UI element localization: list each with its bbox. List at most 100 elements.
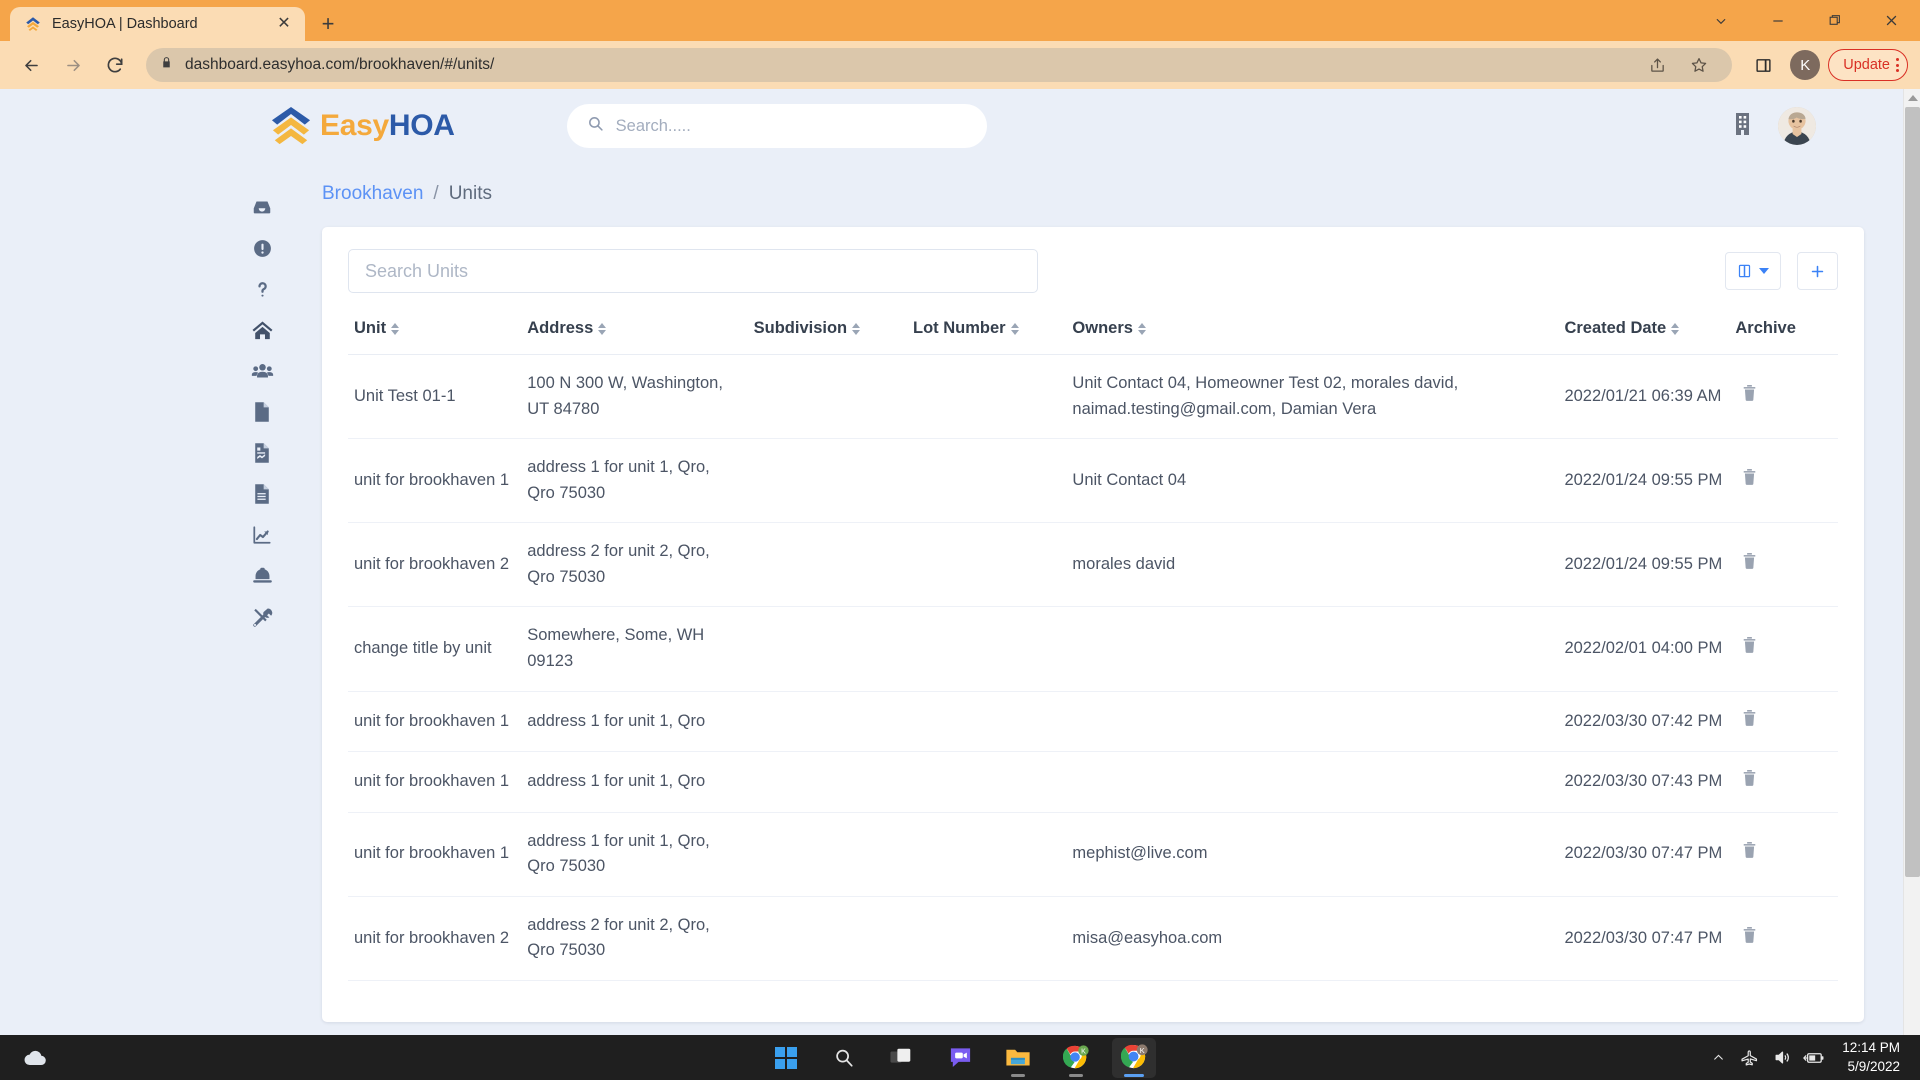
- taskbar-search-button[interactable]: [822, 1038, 866, 1078]
- sort-icon-owners[interactable]: [1137, 322, 1146, 335]
- taskbar-running-indicator: [1011, 1073, 1025, 1077]
- table-row[interactable]: unit for brookhaven 2 address 2 for unit …: [348, 522, 1838, 608]
- window-controls: [1692, 0, 1920, 41]
- created-date-cell: 2022/01/24 09:55 PM: [1558, 522, 1730, 608]
- subdivision-cell: [747, 522, 908, 608]
- sort-icon-address[interactable]: [598, 322, 607, 335]
- global-search-input[interactable]: Search.....: [566, 104, 987, 148]
- update-button-label: Update: [1843, 57, 1890, 73]
- chrome-icon: K: [1120, 1044, 1148, 1069]
- tab-search-chevron-icon[interactable]: [1692, 0, 1749, 41]
- back-button-icon[interactable]: [12, 46, 50, 84]
- trash-icon[interactable]: [1741, 926, 1758, 948]
- units-card: Search Units Unit Address Subdivision Lo…: [322, 227, 1864, 1022]
- archive-cell: [1729, 691, 1838, 753]
- volume-icon[interactable]: [1766, 1035, 1798, 1080]
- bookmark-star-icon[interactable]: [1680, 46, 1718, 84]
- taskbar-start-button[interactable]: [764, 1038, 808, 1078]
- tab-close-icon[interactable]: ✕: [273, 13, 295, 35]
- address-bar[interactable]: dashboard.easyhoa.com/brookhaven/#/units…: [146, 46, 1733, 84]
- taskbar-chat-button[interactable]: [938, 1038, 982, 1078]
- reload-button-icon[interactable]: [96, 46, 134, 84]
- browser-tab[interactable]: EasyHOA | Dashboard ✕: [10, 7, 305, 41]
- breadcrumb-separator: /: [433, 183, 439, 204]
- units-table-body: Unit Test 01-1 100 N 300 W, Washington, U…: [348, 354, 1838, 981]
- window-maximize-button[interactable]: [1806, 0, 1863, 41]
- airplane-mode-icon[interactable]: [1734, 1035, 1766, 1080]
- search-units-input[interactable]: Search Units: [348, 249, 1038, 293]
- unit-cell: unit for brookhaven 1: [348, 812, 522, 897]
- scrollbar-thumb[interactable]: [1905, 107, 1920, 877]
- page-scrollbar[interactable]: [1903, 89, 1920, 1035]
- sort-icon-unit[interactable]: [391, 322, 400, 335]
- user-avatar[interactable]: [1778, 107, 1816, 145]
- sort-icon-subdivision[interactable]: [852, 322, 861, 335]
- table-row[interactable]: unit for brookhaven 2 address 2 for unit …: [348, 896, 1838, 981]
- column-header-subdivision[interactable]: Subdivision: [747, 311, 908, 355]
- breadcrumb-parent-link[interactable]: Brookhaven: [322, 183, 423, 205]
- chrome-icon: K: [1063, 1044, 1089, 1068]
- lot-number-cell: [907, 751, 1067, 813]
- taskbar-chrome-button-2[interactable]: K: [1112, 1037, 1156, 1078]
- taskbar-weather-widget[interactable]: [14, 1035, 56, 1080]
- unit-cell: unit for brookhaven 1: [348, 751, 522, 813]
- share-icon[interactable]: [1638, 46, 1676, 84]
- units-toolbar: Search Units: [348, 249, 1838, 293]
- column-header-address[interactable]: Address: [521, 311, 748, 355]
- created-date-cell: 2022/03/30 07:43 PM: [1558, 751, 1730, 813]
- table-row[interactable]: unit for brookhaven 1 address 1 for unit …: [348, 691, 1838, 753]
- trash-icon[interactable]: [1741, 553, 1758, 574]
- battery-charging-icon[interactable]: [1798, 1035, 1830, 1080]
- table-row[interactable]: unit for brookhaven 1 address 1 for unit …: [348, 751, 1838, 813]
- address-cell: address 1 for unit 1, Qro, Qro 75030: [521, 438, 748, 524]
- window-close-button[interactable]: [1863, 0, 1920, 41]
- new-tab-button[interactable]: +: [313, 9, 343, 39]
- trash-icon[interactable]: [1741, 384, 1758, 406]
- subdivision-cell: [747, 438, 908, 524]
- sort-icon-lot-number[interactable]: [1010, 322, 1019, 335]
- table-row[interactable]: change title by unit Somewhere, Some, WH …: [348, 606, 1838, 692]
- sort-icon-created-date[interactable]: [1671, 322, 1680, 335]
- created-date-cell: 2022/01/24 09:55 PM: [1558, 438, 1730, 524]
- column-chooser-button[interactable]: [1725, 252, 1781, 290]
- browser-profile-avatar[interactable]: K: [1790, 50, 1821, 80]
- side-panel-icon[interactable]: [1744, 46, 1782, 84]
- column-header-created-date[interactable]: Created Date: [1558, 311, 1730, 355]
- taskbar-file-explorer-button[interactable]: [996, 1038, 1040, 1078]
- app-header: EasyHOA Search.....: [0, 89, 1920, 163]
- easyhoa-logo[interactable]: EasyHOA: [268, 106, 455, 146]
- lot-number-cell: [907, 896, 1067, 981]
- table-row[interactable]: unit for brookhaven 1 address 1 for unit …: [348, 438, 1838, 524]
- window-minimize-button[interactable]: [1749, 0, 1806, 41]
- chrome-menu-icon[interactable]: [1896, 58, 1899, 72]
- scroll-up-arrow-icon[interactable]: [1904, 89, 1920, 106]
- column-label-created-date: Created Date: [1564, 319, 1667, 337]
- table-row[interactable]: unit for brookhaven 1 address 1 for unit …: [348, 812, 1838, 897]
- column-header-unit[interactable]: Unit: [348, 311, 522, 355]
- taskbar-task-view-button[interactable]: [880, 1038, 924, 1078]
- taskbar-clock[interactable]: 12:14 PM 5/9/2022: [1830, 1039, 1906, 1075]
- building-icon[interactable]: [1732, 111, 1756, 142]
- created-date-cell: 2022/03/30 07:47 PM: [1558, 812, 1730, 897]
- taskbar-chrome-button-1[interactable]: K: [1054, 1038, 1098, 1078]
- column-header-owners[interactable]: Owners: [1066, 311, 1559, 355]
- trash-icon[interactable]: [1741, 709, 1758, 731]
- update-button[interactable]: Update: [1828, 49, 1908, 81]
- unit-cell: change title by unit: [348, 606, 522, 692]
- trash-icon[interactable]: [1741, 637, 1758, 658]
- address-bar-url: dashboard.easyhoa.com/brookhaven/#/units…: [185, 56, 495, 73]
- column-header-lot-number[interactable]: Lot Number: [907, 311, 1067, 355]
- column-label-subdivision: Subdivision: [753, 319, 848, 337]
- tray-expand-chevron-icon[interactable]: [1702, 1035, 1734, 1080]
- trash-icon[interactable]: [1741, 842, 1758, 863]
- trash-icon[interactable]: [1741, 770, 1758, 791]
- created-date-cell: 2022/03/30 07:42 PM: [1558, 691, 1730, 753]
- toolbar-right-actions: K Update: [1744, 46, 1908, 84]
- taskbar-running-indicator: [1069, 1073, 1083, 1077]
- trash-icon[interactable]: [1741, 468, 1758, 490]
- easyhoa-favicon-icon: [24, 15, 42, 33]
- task-view-icon: [890, 1048, 911, 1063]
- add-unit-button[interactable]: [1797, 252, 1838, 290]
- table-row[interactable]: Unit Test 01-1 100 N 300 W, Washington, U…: [348, 354, 1838, 440]
- forward-button-icon[interactable]: [54, 46, 92, 84]
